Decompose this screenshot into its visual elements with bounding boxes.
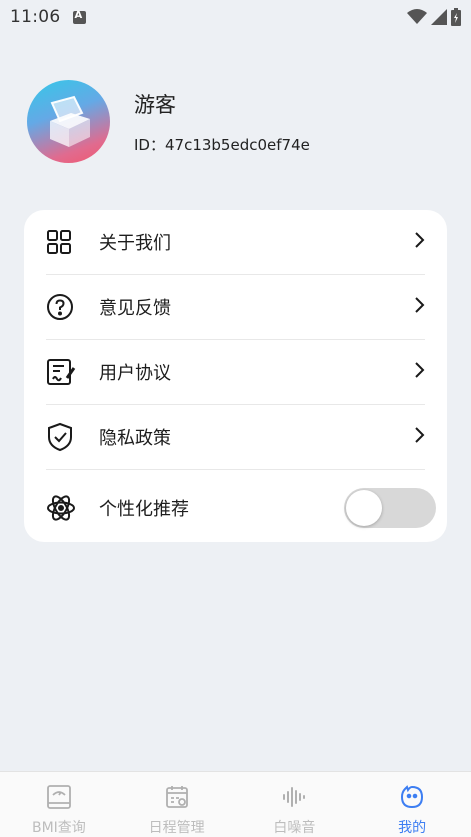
menu-item-personalized-recommendation: 个性化推荐: [46, 470, 436, 546]
profile-id-label: ID：: [134, 135, 165, 154]
chevron-right-icon: [413, 296, 425, 318]
nav-label: 我的: [398, 820, 427, 836]
nav-item-white-noise[interactable]: 白噪音: [236, 772, 354, 837]
sound-wave-icon: [281, 784, 307, 810]
profile-name: 游客: [134, 92, 176, 117]
chevron-right-icon: [413, 231, 425, 253]
menu-item-label: 关于我们: [99, 233, 171, 254]
menu-item-privacy-policy[interactable]: 隐私政策: [46, 405, 425, 470]
profile-header: 游客 ID：47c13b5edc0ef74e: [27, 80, 310, 163]
document-edit-icon: [46, 358, 86, 386]
menu-item-label: 隐私政策: [99, 428, 171, 449]
nav-label: BMI查询: [31, 820, 86, 836]
atom-icon: [46, 493, 86, 523]
menu-item-user-agreement[interactable]: 用户协议: [46, 340, 425, 405]
menu-item-label: 用户协议: [99, 363, 171, 384]
status-time: 11:06: [10, 7, 61, 27]
avatar[interactable]: [27, 80, 110, 163]
nav-item-bmi[interactable]: BMI查询: [0, 772, 118, 837]
nav-label: 日程管理: [148, 820, 205, 836]
menu-item-feedback[interactable]: 意见反馈: [46, 275, 425, 340]
grid-icon: [46, 229, 86, 255]
status-indicators: [407, 8, 461, 26]
menu-item-label: 意见反馈: [99, 298, 171, 319]
notification-icon: [72, 10, 86, 24]
profile-id-value: 47c13b5edc0ef74e: [164, 135, 310, 154]
signal-icon: [431, 9, 447, 25]
profile-id: ID：47c13b5edc0ef74e: [134, 134, 310, 155]
chevron-right-icon: [413, 426, 425, 448]
personalized-recommendation-toggle[interactable]: [344, 488, 436, 528]
calendar-icon: [164, 784, 190, 810]
toggle-knob: [346, 490, 382, 526]
shield-check-icon: [46, 422, 86, 452]
scale-icon: [46, 784, 72, 810]
bottom-nav: BMI查询 日程管理 白噪音 我的: [0, 771, 471, 837]
menu-item-about[interactable]: 关于我们: [46, 210, 425, 275]
smile-face-icon: [399, 784, 425, 810]
nav-item-mine[interactable]: 我的: [353, 772, 471, 837]
nav-label: 白噪音: [273, 820, 316, 836]
wifi-icon: [407, 9, 427, 24]
box-icon: [49, 95, 90, 147]
settings-menu-card: 关于我们 意见反馈 用户协议 隐私政策 个性化推荐: [24, 210, 447, 542]
battery-icon: [451, 8, 461, 26]
menu-item-label: 个性化推荐: [99, 499, 189, 520]
status-bar: 11:06: [0, 0, 471, 34]
chevron-right-icon: [413, 361, 425, 383]
question-icon: [46, 293, 86, 321]
nav-item-schedule[interactable]: 日程管理: [118, 772, 236, 837]
